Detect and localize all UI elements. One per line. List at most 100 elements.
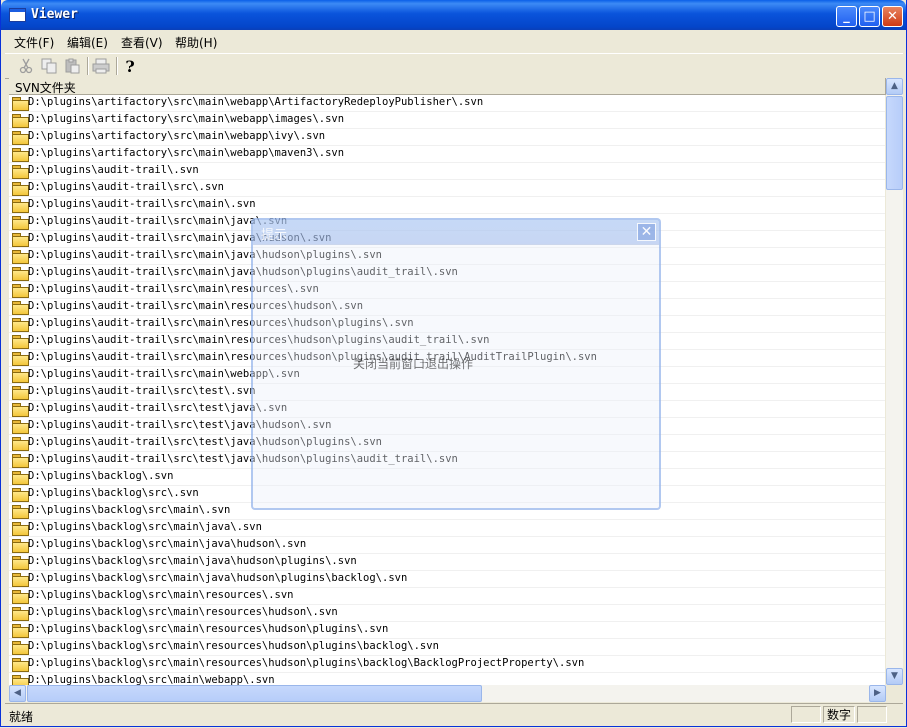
list-item[interactable]: D:\plugins\artifactory\src\main\webapp\m… xyxy=(9,146,885,163)
list-item[interactable]: D:\plugins\backlog\src\main\resources\hu… xyxy=(9,656,885,673)
folder-icon xyxy=(12,420,29,434)
list-item[interactable]: D:\plugins\backlog\src\main\webapp\.svn xyxy=(9,673,885,685)
toolbar-separator xyxy=(116,57,118,75)
folder-icon xyxy=(12,301,29,315)
minimize-button[interactable]: _ xyxy=(836,6,857,27)
help-icon[interactable]: ? xyxy=(121,57,139,76)
menu-view[interactable]: 查看(V) xyxy=(121,34,163,51)
list-item-path: D:\plugins\artifactory\src\main\webapp\i… xyxy=(28,130,326,142)
menu-edit[interactable]: 编辑(E) xyxy=(67,34,108,51)
list-item-path: D:\plugins\backlog\src\main\resources\.s… xyxy=(28,589,294,601)
dialog-title: 提示 xyxy=(261,228,288,243)
dialog-close-button[interactable]: ✕ xyxy=(637,223,656,241)
folder-icon xyxy=(12,369,29,383)
list-item[interactable]: D:\plugins\backlog\src\main\java\hudson\… xyxy=(9,571,885,588)
list-item[interactable]: D:\plugins\audit-trail\src\main\.svn xyxy=(9,197,885,214)
folder-icon xyxy=(12,182,29,196)
print-icon[interactable] xyxy=(92,57,110,75)
list-item[interactable]: D:\plugins\artifactory\src\main\webapp\i… xyxy=(9,129,885,146)
status-pane-numlock: 数字 xyxy=(823,706,855,723)
list-item-path: D:\plugins\audit-trail\.svn xyxy=(28,164,199,176)
window-title: Viewer xyxy=(31,7,78,22)
folder-icon xyxy=(12,250,29,264)
list-item-path: D:\plugins\audit-trail\src\test\.svn xyxy=(28,385,256,397)
list-item-path: D:\plugins\backlog\src\main\resources\hu… xyxy=(28,640,439,652)
vertical-scrollbar[interactable]: ▲ ▼ xyxy=(886,78,903,685)
folder-icon xyxy=(12,675,29,685)
copy-icon[interactable] xyxy=(40,57,58,75)
folder-icon xyxy=(12,522,29,536)
list-item-path: D:\plugins\artifactory\src\main\webapp\i… xyxy=(28,113,345,125)
list-item[interactable]: D:\plugins\backlog\src\main\java\hudson\… xyxy=(9,554,885,571)
dialog-body: 关闭当前窗口退出操作 xyxy=(253,244,659,509)
status-text: 就绪 xyxy=(9,710,34,724)
dialog-title-bar[interactable]: 提示 ✕ xyxy=(253,220,659,244)
folder-icon xyxy=(12,267,29,281)
list-item-path: D:\plugins\backlog\.svn xyxy=(28,470,174,482)
folder-icon xyxy=(12,505,29,519)
list-item-path: D:\plugins\backlog\src\main\java\hudson\… xyxy=(28,572,408,584)
folder-icon xyxy=(12,318,29,332)
list-item[interactable]: D:\plugins\backlog\src\main\java\hudson\… xyxy=(9,537,885,554)
list-item[interactable]: D:\plugins\backlog\src\main\resources\hu… xyxy=(9,622,885,639)
menu-help[interactable]: 帮助(H) xyxy=(175,34,217,51)
list-item[interactable]: D:\plugins\artifactory\src\main\webapp\i… xyxy=(9,112,885,129)
folder-icon xyxy=(12,335,29,349)
cut-icon[interactable] xyxy=(17,57,35,75)
horizontal-scroll-thumb[interactable] xyxy=(27,685,482,702)
vertical-scroll-thumb[interactable] xyxy=(886,96,903,190)
status-pane xyxy=(857,706,887,723)
folder-icon xyxy=(12,641,29,655)
list-item[interactable]: D:\plugins\backlog\src\main\java\.svn xyxy=(9,520,885,537)
folder-icon xyxy=(12,573,29,587)
list-item-path: D:\plugins\audit-trail\src\test\java\.sv… xyxy=(28,402,288,414)
scroll-up-button[interactable]: ▲ xyxy=(886,78,903,95)
folder-icon xyxy=(12,658,29,672)
dialog-message: 关闭当前窗口退出操作 xyxy=(353,357,474,371)
folder-icon xyxy=(12,624,29,638)
folder-icon xyxy=(12,437,29,451)
close-button[interactable]: ✕ xyxy=(882,6,903,27)
list-item-path: D:\plugins\artifactory\src\main\webapp\A… xyxy=(28,96,484,108)
scroll-down-button[interactable]: ▼ xyxy=(886,668,903,685)
folder-icon xyxy=(12,97,29,111)
menu-file[interactable]: 文件(F) xyxy=(14,34,54,51)
folder-icon xyxy=(12,488,29,502)
list-item-path: D:\plugins\audit-trail\src\.svn xyxy=(28,181,224,193)
folder-icon xyxy=(12,539,29,553)
folder-icon xyxy=(12,165,29,179)
horizontal-scrollbar[interactable]: ◀ ▶ xyxy=(9,685,886,702)
list-item-path: D:\plugins\audit-trail\src\main\java\.sv… xyxy=(28,215,288,227)
menu-bar: 文件(F) 编辑(E) 查看(V) 帮助(H) xyxy=(5,31,903,52)
list-item-path: D:\plugins\backlog\src\main\resources\hu… xyxy=(28,623,389,635)
list-item-path: D:\plugins\backlog\src\main\java\hudson\… xyxy=(28,538,307,550)
list-item-path: D:\plugins\artifactory\src\main\webapp\m… xyxy=(28,147,345,159)
column-header-label: SVN文件夹 xyxy=(15,81,76,95)
folder-icon xyxy=(12,131,29,145)
scroll-left-button[interactable]: ◀ xyxy=(9,685,26,702)
list-item-path: D:\plugins\backlog\src\main\resources\hu… xyxy=(28,606,338,618)
paste-icon[interactable] xyxy=(63,57,81,75)
list-item[interactable]: D:\plugins\backlog\src\main\resources\hu… xyxy=(9,639,885,656)
maximize-button[interactable]: □ xyxy=(859,6,880,27)
toolbar: ? xyxy=(5,53,903,79)
list-item[interactable]: D:\plugins\audit-trail\.svn xyxy=(9,163,885,180)
prompt-dialog: 提示 ✕ 关闭当前窗口退出操作 xyxy=(251,218,661,510)
viewer-window: Viewer _ □ ✕ 文件(F) 编辑(E) 查看(V) 帮助(H) ? S… xyxy=(0,0,907,727)
folder-icon xyxy=(12,607,29,621)
list-item-path: D:\plugins\backlog\src\.svn xyxy=(28,487,199,499)
folder-icon xyxy=(12,471,29,485)
scroll-right-button[interactable]: ▶ xyxy=(869,685,886,702)
list-column-header[interactable]: SVN文件夹 xyxy=(9,78,886,95)
list-item[interactable]: D:\plugins\backlog\src\main\resources\.s… xyxy=(9,588,885,605)
folder-icon xyxy=(12,352,29,366)
list-item-path: D:\plugins\audit-trail\src\main\.svn xyxy=(28,198,256,210)
list-item[interactable]: D:\plugins\backlog\src\main\resources\hu… xyxy=(9,605,885,622)
folder-icon xyxy=(12,386,29,400)
folder-icon xyxy=(12,148,29,162)
title-bar[interactable]: Viewer _ □ ✕ xyxy=(1,0,906,30)
list-item[interactable]: D:\plugins\artifactory\src\main\webapp\A… xyxy=(9,95,885,112)
list-item[interactable]: D:\plugins\audit-trail\src\.svn xyxy=(9,180,885,197)
app-window-icon xyxy=(9,8,26,22)
list-item-path: D:\plugins\backlog\src\main\resources\hu… xyxy=(28,657,585,669)
